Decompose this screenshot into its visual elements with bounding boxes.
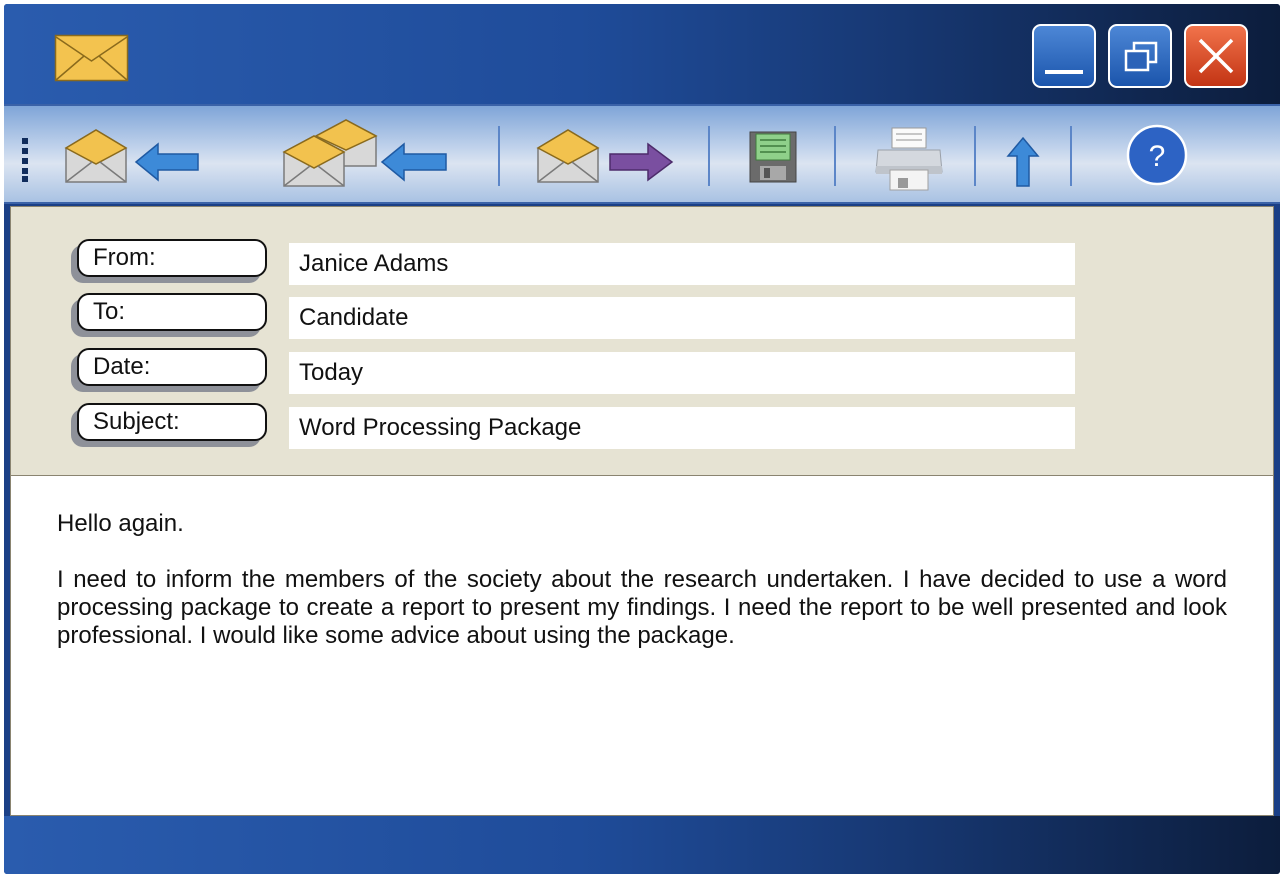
email-window: ? From: Janice Adams To: Candidate Date:… xyxy=(4,4,1280,874)
print-button[interactable] xyxy=(870,106,950,202)
to-label: To: xyxy=(77,293,267,331)
from-row: From: Janice Adams xyxy=(11,237,1275,285)
maximize-icon xyxy=(1124,41,1158,72)
reply-all-button[interactable] xyxy=(282,106,462,202)
date-row: Date: Today xyxy=(11,346,1275,394)
forward-icon xyxy=(536,129,674,183)
reply-icon xyxy=(64,129,199,183)
close-button[interactable] xyxy=(1184,24,1248,88)
from-label: From: xyxy=(77,239,267,277)
subject-label: Subject: xyxy=(77,403,267,441)
help-icon: ? xyxy=(1126,124,1188,186)
envelope-icon xyxy=(54,34,129,82)
minimize-icon xyxy=(1045,70,1083,74)
toolbar-separator xyxy=(498,126,500,186)
up-arrow-icon xyxy=(1006,136,1040,187)
status-bar xyxy=(4,816,1280,874)
toolbar-separator xyxy=(974,126,976,186)
subject-field: Word Processing Package xyxy=(289,407,1075,449)
reply-button[interactable] xyxy=(62,106,212,202)
save-icon xyxy=(749,131,797,183)
message-greeting: Hello again. xyxy=(57,510,184,537)
toolbar-separator xyxy=(708,126,710,186)
message-body[interactable]: Hello again. I need to inform the member… xyxy=(10,476,1274,816)
message-paragraph: I need to inform the members of the soci… xyxy=(57,566,1227,649)
to-field: Candidate xyxy=(289,297,1075,339)
save-button[interactable] xyxy=(744,106,804,202)
toolbar: ? xyxy=(4,104,1280,204)
close-icon xyxy=(1198,38,1234,74)
minimize-button[interactable] xyxy=(1032,24,1096,88)
date-field: Today xyxy=(289,352,1075,394)
print-icon xyxy=(875,127,943,191)
up-button[interactable] xyxy=(998,106,1048,202)
reply-all-icon xyxy=(282,119,447,187)
help-button[interactable]: ? xyxy=(1122,106,1192,202)
toolbar-separator xyxy=(834,126,836,186)
title-bar xyxy=(4,4,1280,104)
subject-row: Subject: Word Processing Package xyxy=(11,401,1275,449)
message-header: From: Janice Adams To: Candidate Date: T… xyxy=(10,206,1274,476)
date-label: Date: xyxy=(77,348,267,386)
toolbar-separator xyxy=(1070,126,1072,186)
toolbar-grip-icon[interactable] xyxy=(22,138,30,182)
forward-button[interactable] xyxy=(534,106,684,202)
maximize-button[interactable] xyxy=(1108,24,1172,88)
help-label: ? xyxy=(1149,140,1166,173)
from-field: Janice Adams xyxy=(289,243,1075,285)
to-row: To: Candidate xyxy=(11,291,1275,339)
